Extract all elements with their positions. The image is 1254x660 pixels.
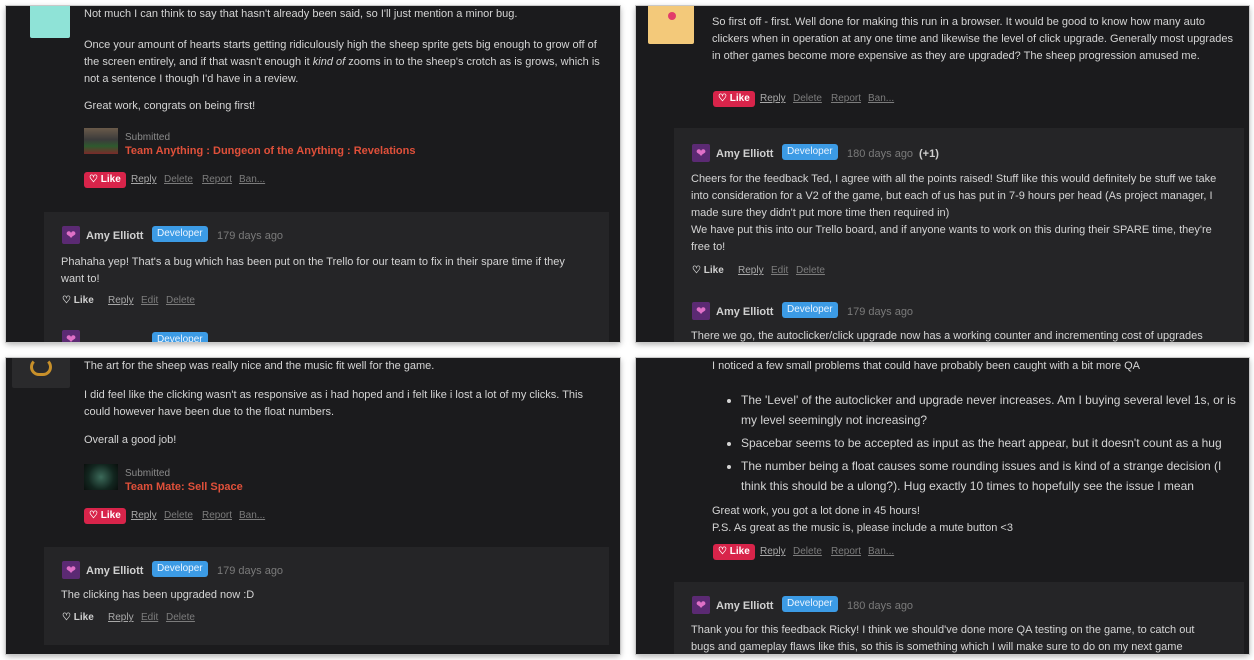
like-button[interactable]: ♡ Like xyxy=(713,544,755,560)
heart-icon: ❤ xyxy=(695,598,707,612)
ban-link[interactable]: Ban... xyxy=(868,545,894,559)
like-button[interactable]: ♡ Like xyxy=(84,508,126,524)
heart-icon: ❤ xyxy=(695,146,707,160)
reply-container: ❤ Amy Elliott Developer 179 days ago Pha… xyxy=(44,212,609,342)
comment-panel-4: I noticed a few small problems that coul… xyxy=(636,358,1249,654)
reply-link[interactable]: Reply xyxy=(131,173,157,187)
report-link[interactable]: Report xyxy=(831,92,861,106)
report-link[interactable]: Report xyxy=(202,173,232,187)
decorative-icon xyxy=(668,12,676,20)
delete-link[interactable]: Delete xyxy=(796,264,825,278)
comment-panel-1: Not much I can think to say that hasn't … xyxy=(6,6,620,342)
reply-author[interactable]: Amy Elliott xyxy=(716,598,773,615)
reply-container: ❤ Amy Elliott Developer 180 days ago (+1… xyxy=(674,128,1244,342)
developer-avatar[interactable]: ❤ xyxy=(692,596,710,614)
edit-link[interactable]: Edit xyxy=(771,264,788,278)
reply-text: Phahaha yep! That's a bug which has been… xyxy=(61,256,565,285)
delete-link[interactable]: Delete xyxy=(164,509,193,523)
reply-timestamp[interactable]: 179 days ago xyxy=(217,563,283,580)
list-item: The 'Level' of the autoclicker and upgra… xyxy=(741,390,1243,430)
comment-paragraph: Great work, you got a lot done in 45 hou… xyxy=(712,505,920,517)
reply-author[interactable]: Amy Elliott xyxy=(716,146,773,163)
commenter-avatar[interactable] xyxy=(30,6,70,38)
reply-text: We have put this into our Trello board, … xyxy=(691,224,1212,253)
commenter-avatar[interactable] xyxy=(12,358,70,388)
developer-avatar[interactable]: ❤ xyxy=(692,302,710,320)
heart-icon: ❤ xyxy=(695,304,707,318)
comment-paragraph: Great work, congrats on being first! xyxy=(84,100,256,112)
commenter-avatar[interactable] xyxy=(648,6,694,44)
reply-text: Cheers for the feedback Ted, I agree wit… xyxy=(691,173,1217,219)
bug-list: The 'Level' of the autoclicker and upgra… xyxy=(723,390,1243,499)
like-button[interactable]: ♡ Like xyxy=(62,294,94,308)
reply-text-cut: There we go, the autoclicker/click upgra… xyxy=(691,330,1203,342)
reply-author[interactable]: Amy Elliott xyxy=(86,228,143,245)
developer-badge: Developer xyxy=(782,144,838,160)
developer-avatar[interactable]: ❤ xyxy=(62,330,80,342)
reply-container: ❤ Amy Elliott Developer 180 days ago Tha… xyxy=(674,582,1244,654)
reply-author[interactable]: Amy Elliott xyxy=(716,304,773,321)
developer-badge: Developer xyxy=(782,596,838,612)
vote-count: (+1) xyxy=(919,148,939,160)
developer-avatar[interactable]: ❤ xyxy=(692,144,710,162)
comment-text: So first off - first. Well done for maki… xyxy=(712,16,1233,62)
game-thumbnail[interactable] xyxy=(84,128,118,154)
ban-link[interactable]: Ban... xyxy=(868,92,894,106)
delete-link[interactable]: Delete xyxy=(166,294,195,308)
comment-text-cut: Not much I can think to say that hasn't … xyxy=(84,8,518,20)
ban-link[interactable]: Ban... xyxy=(239,509,265,523)
developer-badge: Developer xyxy=(782,302,838,318)
reply-text: The clicking has been upgraded now :D xyxy=(61,589,255,601)
like-button[interactable]: ♡ Like xyxy=(713,91,755,107)
submitted-game-link[interactable]: Team Anything : Dungeon of the Anything … xyxy=(125,143,415,160)
comment-panel-2: So first off - first. Well done for maki… xyxy=(636,6,1249,342)
ban-link[interactable]: Ban... xyxy=(239,173,265,187)
reply-timestamp[interactable]: 179 days ago xyxy=(217,228,283,245)
heart-icon: ❤ xyxy=(65,332,77,342)
like-button[interactable]: ♡ Like xyxy=(62,611,94,625)
edit-link[interactable]: Edit xyxy=(141,294,158,308)
comment-paragraph: I did feel like the clicking wasn't as r… xyxy=(84,389,583,418)
delete-link[interactable]: Delete xyxy=(164,173,193,187)
developer-badge: Developer xyxy=(152,332,208,342)
like-button[interactable]: ♡ Like xyxy=(692,264,724,278)
reply-timestamp[interactable]: 179 days ago xyxy=(847,304,913,321)
heart-icon: ❤ xyxy=(65,228,77,242)
comment-paragraph: P.S. As great as the music is, please in… xyxy=(712,522,1013,534)
delete-link[interactable]: Delete xyxy=(793,92,822,106)
report-link[interactable]: Report xyxy=(831,545,861,559)
reply-link[interactable]: Reply xyxy=(738,264,764,278)
reply-timestamp[interactable]: 180 days ago xyxy=(847,146,913,163)
like-button[interactable]: ♡ Like xyxy=(84,172,126,188)
ring-icon xyxy=(30,358,52,376)
delete-link[interactable]: Delete xyxy=(793,545,822,559)
comment-paragraph: Overall a good job! xyxy=(84,434,177,446)
reply-link[interactable]: Reply xyxy=(760,92,786,106)
list-item: The number being a float causes some rou… xyxy=(741,456,1243,496)
developer-badge: Developer xyxy=(152,226,208,242)
heart-icon: ❤ xyxy=(65,563,77,577)
reply-link[interactable]: Reply xyxy=(760,545,786,559)
reply-link[interactable]: Reply xyxy=(108,611,134,625)
reply-container: ❤ Amy Elliott Developer 179 days ago The… xyxy=(44,547,609,645)
reply-text: Thank you for this feedback Ricky! I thi… xyxy=(691,624,1195,653)
edit-link[interactable]: Edit xyxy=(141,611,158,625)
list-item: Spacebar seems to be accepted as input a… xyxy=(741,433,1243,453)
developer-badge: Developer xyxy=(152,561,208,577)
comment-text-cut: I noticed a few small problems that coul… xyxy=(712,360,1141,372)
reply-timestamp[interactable]: 180 days ago xyxy=(847,598,913,615)
submitted-game-link[interactable]: Team Mate: Sell Space xyxy=(125,479,243,496)
game-thumbnail[interactable] xyxy=(84,464,118,490)
comment-panel-3: The art for the sheep was really nice an… xyxy=(6,358,620,654)
developer-avatar[interactable]: ❤ xyxy=(62,561,80,579)
reply-link[interactable]: Reply xyxy=(131,509,157,523)
comment-paragraph: Once your amount of hearts starts gettin… xyxy=(84,39,600,85)
delete-link[interactable]: Delete xyxy=(166,611,195,625)
reply-link[interactable]: Reply xyxy=(108,294,134,308)
reply-author[interactable]: Amy Elliott xyxy=(86,563,143,580)
report-link[interactable]: Report xyxy=(202,509,232,523)
comment-text-cut: The art for the sheep was really nice an… xyxy=(84,360,435,372)
developer-avatar[interactable]: ❤ xyxy=(62,226,80,244)
